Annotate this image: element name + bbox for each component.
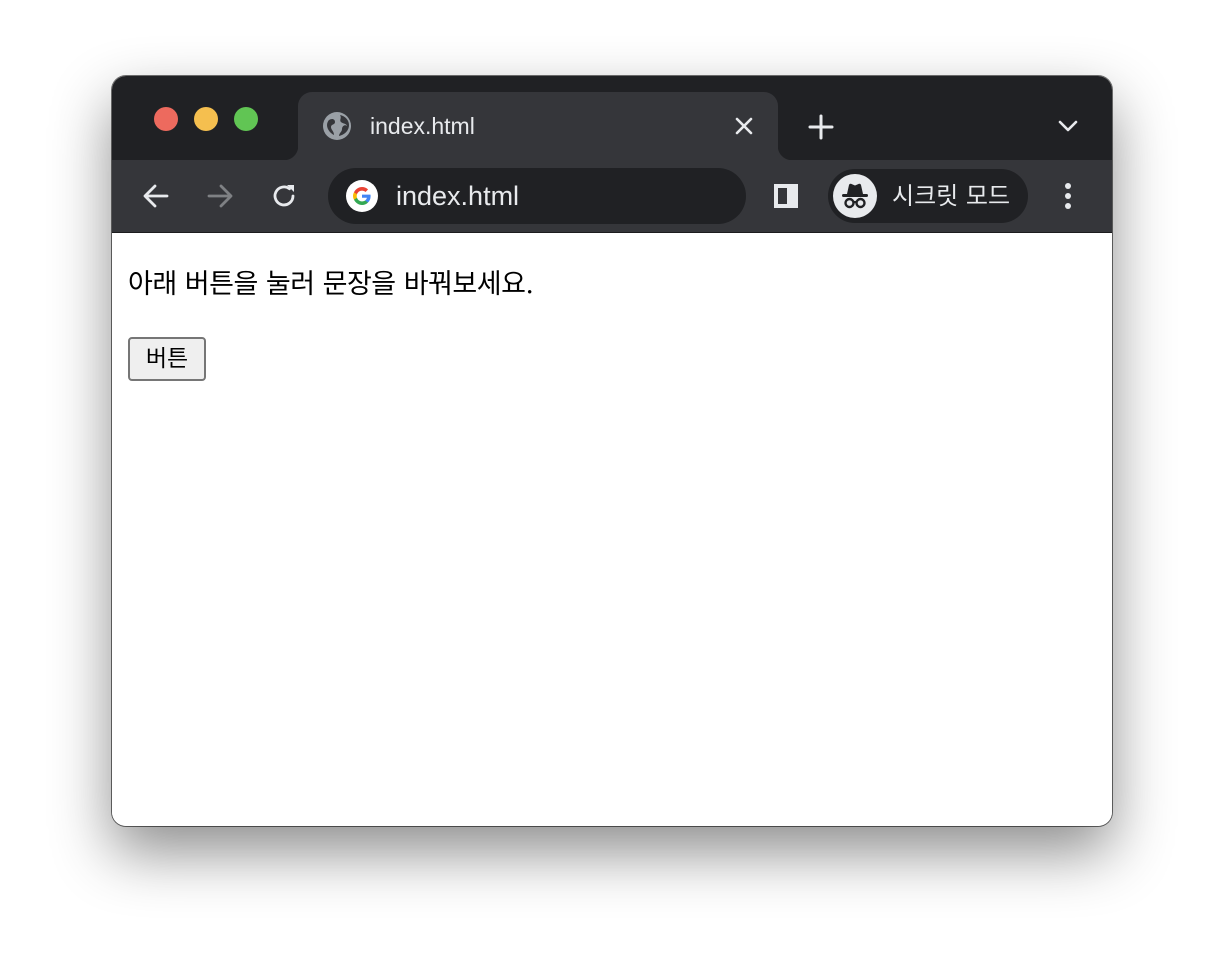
side-panel-icon[interactable]	[772, 182, 800, 210]
google-g-icon	[346, 180, 378, 212]
page-content: 아래 버튼을 눌러 문장을 바꿔보세요. 버튼	[112, 233, 1112, 826]
tab-strip: index.html	[112, 76, 1112, 160]
arrow-right-icon[interactable]	[204, 180, 236, 212]
zoom-window-button[interactable]	[234, 107, 258, 131]
browser-toolbar: index.html 시크릿 모드	[112, 160, 1112, 233]
chevron-down-icon[interactable]	[1056, 114, 1080, 138]
close-icon[interactable]	[730, 112, 758, 140]
incognito-avatar	[833, 174, 877, 218]
incognito-icon	[842, 183, 868, 209]
incognito-profile-button[interactable]: 시크릿 모드	[828, 169, 1028, 223]
tab-index[interactable]: index.html	[284, 92, 792, 160]
instruction-text: 아래 버튼을 눌러 문장을 바꿔보세요.	[128, 269, 534, 300]
close-window-button[interactable]	[154, 107, 178, 131]
tab-title: index.html	[370, 113, 475, 139]
address-text: index.html	[396, 181, 520, 211]
browser-window: index.html index.html 시크릿 모드 아래 버튼을 눌러 문…	[112, 76, 1112, 826]
new-tab-icon[interactable]	[806, 112, 836, 142]
reload-icon[interactable]	[268, 180, 300, 212]
arrow-left-icon[interactable]	[140, 180, 172, 212]
incognito-label: 시크릿 모드	[892, 182, 1011, 210]
address-bar[interactable]: index.html	[328, 168, 746, 224]
kebab-menu-icon[interactable]	[1054, 180, 1082, 212]
minimize-window-button[interactable]	[194, 107, 218, 131]
globe-icon	[323, 112, 351, 140]
change-sentence-button[interactable]: 버튼	[128, 337, 206, 381]
